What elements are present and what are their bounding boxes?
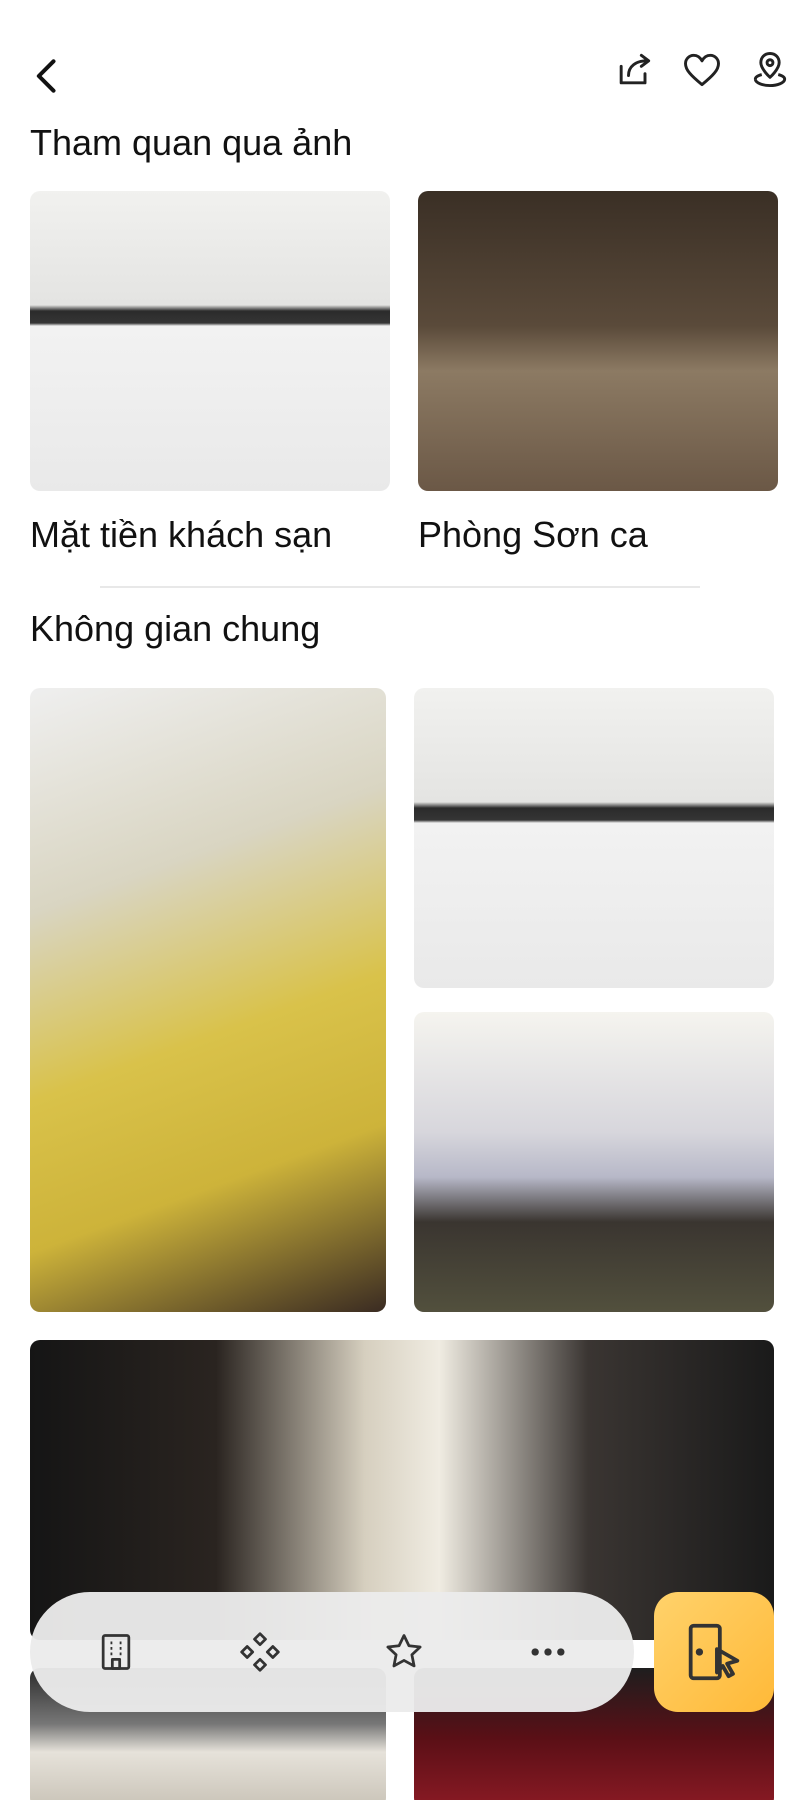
tour-section-title: Tham quan qua ảnh	[30, 122, 353, 163]
common-photo-facade[interactable]	[414, 688, 774, 988]
book-room-button[interactable]	[654, 1592, 774, 1712]
star-icon	[386, 1634, 422, 1668]
tour-photo-room[interactable]	[418, 191, 778, 491]
nav-more[interactable]	[518, 1622, 578, 1682]
more-icon	[531, 1648, 565, 1656]
chevron-left-icon	[36, 59, 56, 93]
share-button[interactable]	[606, 42, 662, 98]
heart-icon	[684, 53, 720, 87]
map-pin-icon	[753, 52, 787, 88]
building-icon	[101, 1634, 131, 1670]
nav-hotel[interactable]	[86, 1622, 146, 1682]
favorite-button[interactable]	[674, 42, 730, 98]
nav-amenities[interactable]	[230, 1622, 290, 1682]
common-photo-cinema-reception[interactable]	[30, 688, 386, 1312]
grid-diamonds-icon	[240, 1632, 280, 1672]
tour-caption-facade: Mặt tiền khách sạn	[30, 514, 333, 555]
common-section-title: Không gian chung	[30, 608, 321, 649]
tour-caption-room: Phòng Sơn ca	[418, 514, 648, 555]
location-button[interactable]	[742, 42, 798, 98]
back-button[interactable]	[20, 48, 76, 104]
bottom-nav	[30, 1592, 634, 1712]
section-divider	[100, 586, 700, 588]
top-bar	[0, 0, 804, 130]
common-photo-exterior[interactable]	[414, 1012, 774, 1312]
share-icon	[619, 53, 651, 85]
door-click-icon	[688, 1623, 740, 1681]
nav-reviews[interactable]	[374, 1622, 434, 1682]
tour-photo-facade[interactable]	[30, 191, 390, 491]
